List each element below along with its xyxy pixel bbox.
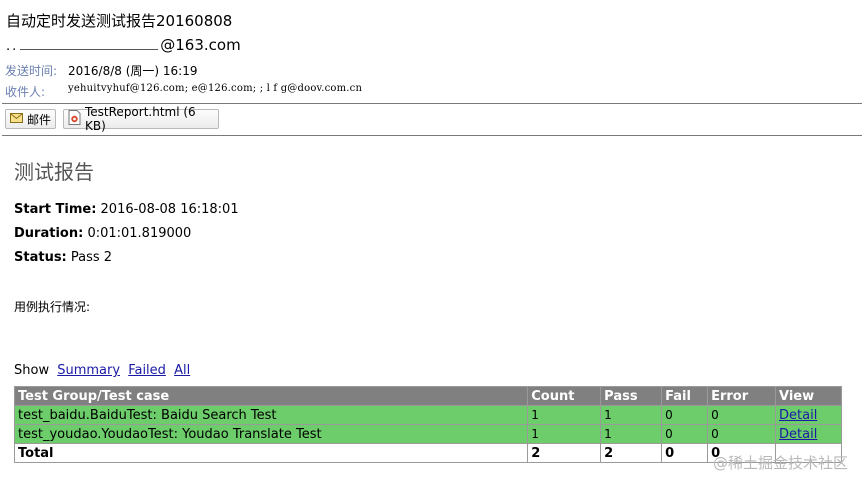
start-time: Start Time: 2016-08-08 16:18:01: [14, 202, 239, 217]
recipients-label: 收件人:: [5, 85, 46, 99]
detail-link[interactable]: Detail: [779, 427, 817, 442]
report-title: 测试报告: [14, 160, 94, 184]
status: Status: Pass 2: [14, 250, 112, 265]
execution-summary-label: 用例执行情况:: [14, 300, 91, 314]
toolbar-divider: [2, 135, 862, 136]
table-row: test_youdao.YoudaoTest: Youdao Translate…: [13, 424, 842, 444]
col-header-count: Count: [527, 386, 602, 406]
attachment-button[interactable]: TestReport.html (6 KB): [63, 105, 219, 133]
show-failed-link[interactable]: Failed: [128, 363, 166, 378]
show-summary-link[interactable]: Summary: [57, 363, 120, 378]
col-header-fail: Fail: [661, 386, 709, 406]
col-header-pass: Pass: [600, 386, 663, 406]
col-header-view: View: [775, 386, 842, 406]
col-header-test-case: Test Group/Test case: [13, 386, 529, 406]
sender-redacted: [20, 48, 159, 50]
duration-value: 0:01:01.819000: [87, 226, 192, 241]
mail-button[interactable]: 邮件: [5, 109, 56, 129]
sent-time-label: 发送时间:: [5, 64, 58, 78]
show-label: Show: [14, 363, 50, 378]
total-label: Total: [13, 443, 529, 463]
count-cell: 1: [527, 424, 602, 444]
recipients-value: yehuitvyhuf@126.com; e@126.com; ; l f g@…: [68, 83, 363, 94]
duration-label: Duration:: [14, 226, 84, 241]
total-pass: 2: [600, 443, 663, 463]
total-count: 2: [527, 443, 602, 463]
count-cell: 1: [527, 405, 602, 425]
duration: Duration: 0:01:01.819000: [14, 226, 191, 241]
pass-cell: 1: [600, 424, 663, 444]
start-time-label: Start Time:: [14, 202, 97, 217]
show-all-link[interactable]: All: [174, 363, 190, 378]
envelope-icon: [10, 112, 23, 126]
error-cell: 0: [707, 405, 777, 425]
status-label: Status:: [14, 250, 67, 265]
watermark: @稀土掘金技术社区: [712, 454, 848, 472]
fail-cell: 0: [661, 424, 709, 444]
col-header-error: Error: [707, 386, 777, 406]
mail-button-label: 邮件: [27, 112, 52, 127]
sender-prefix: ..: [6, 39, 19, 54]
detail-link[interactable]: Detail: [779, 408, 817, 423]
fail-cell: 0: [661, 405, 709, 425]
sender-domain: @163.com: [160, 36, 241, 54]
email-sender: .. @163.com: [6, 36, 241, 54]
test-case-name: test_baidu.BaiduTest: Baidu Search Test: [13, 405, 529, 425]
email-subject: 自动定时发送测试报告20160808: [6, 12, 233, 30]
status-value: Pass 2: [70, 250, 113, 265]
header-divider: [2, 103, 862, 104]
attachment-label: TestReport.html (6 KB): [85, 105, 196, 133]
table-header-row: Test Group/Test case Count Pass Fail Err…: [13, 386, 842, 406]
sent-time-value: 2016/8/8 (周一) 16:19: [68, 64, 198, 78]
html-file-icon: [68, 110, 81, 128]
start-time-value: 2016-08-08 16:18:01: [100, 202, 239, 217]
test-case-name: test_youdao.YoudaoTest: Youdao Translate…: [13, 424, 529, 444]
table-row: test_baidu.BaiduTest: Baidu Search Test …: [13, 405, 842, 425]
show-filter: Show Summary Failed All: [14, 363, 190, 378]
total-fail: 0: [661, 443, 709, 463]
pass-cell: 1: [600, 405, 663, 425]
error-cell: 0: [707, 424, 777, 444]
